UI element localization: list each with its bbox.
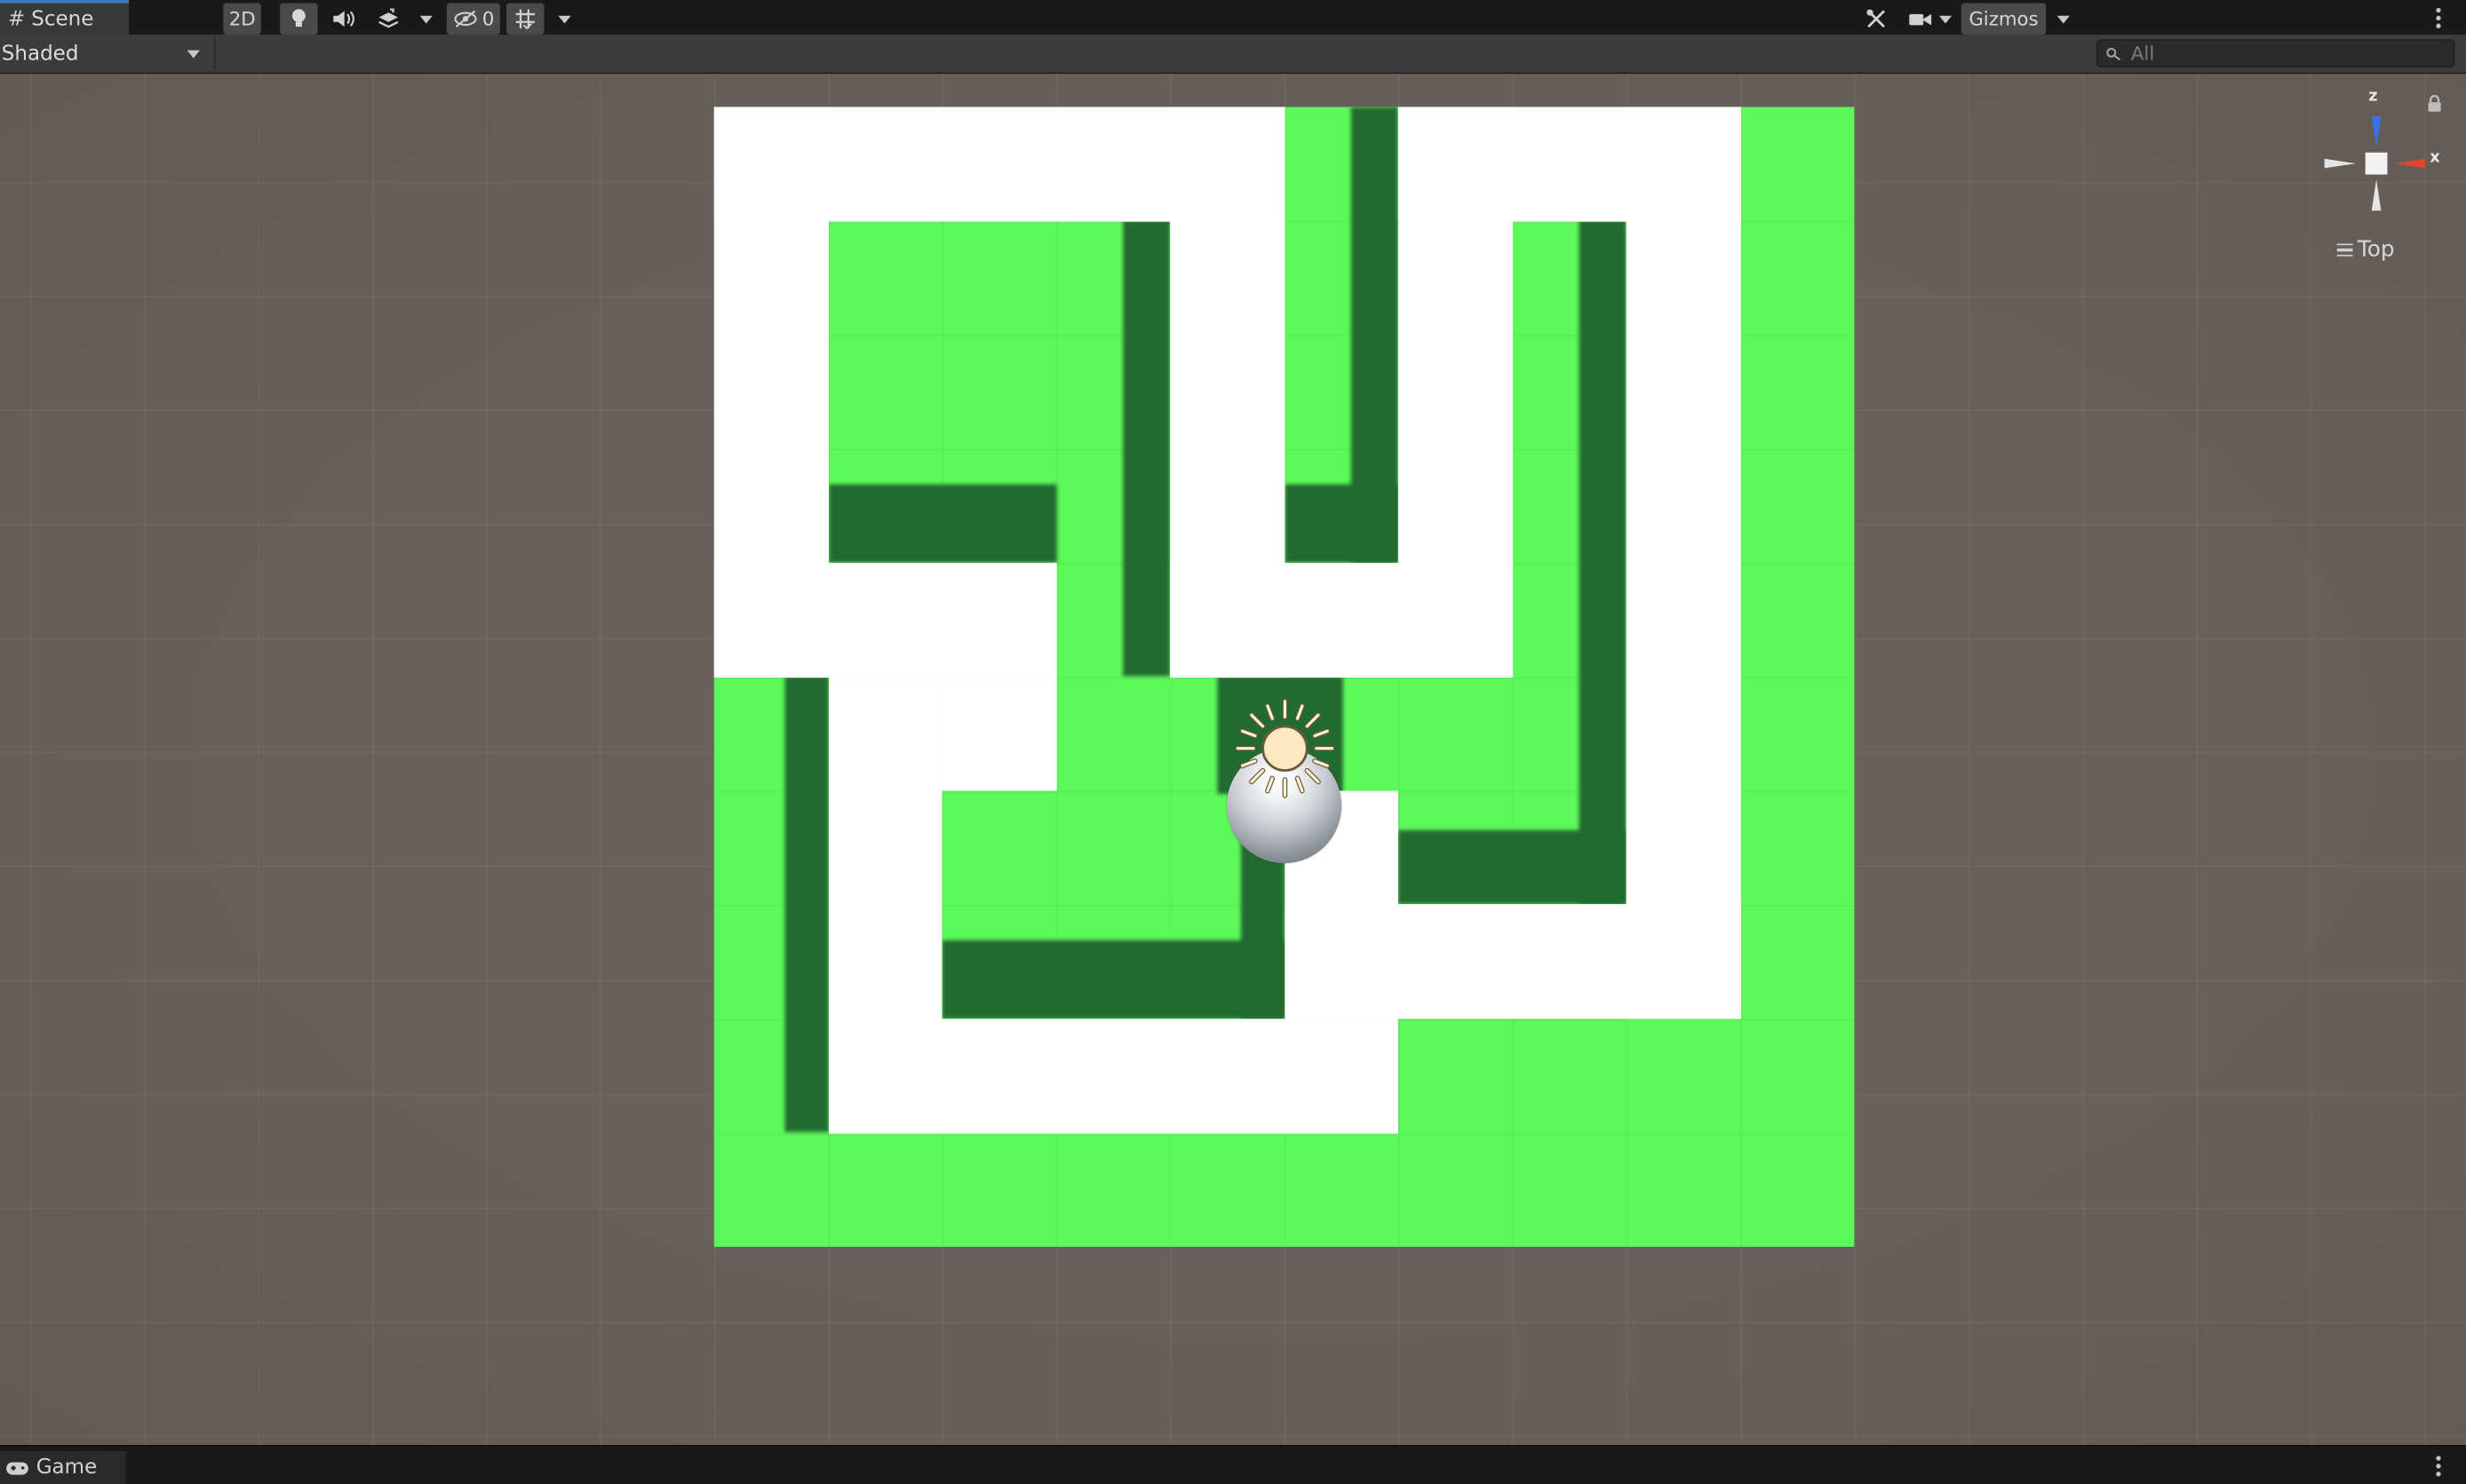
view-mode-text: Top: [2357, 237, 2395, 263]
lightbulb-icon: [291, 9, 306, 28]
scene-visibility-button[interactable]: 0: [446, 3, 500, 35]
maze-wall: [829, 1019, 1398, 1134]
maze-wall: [942, 678, 1057, 791]
search-placeholder: All: [2130, 42, 2155, 65]
maze-wall: [1626, 107, 1741, 1020]
wall-shadow: [942, 940, 1285, 1020]
gizmos-dropdown-button[interactable]: [2049, 4, 2078, 35]
hidden-objects-count: 0: [481, 7, 495, 30]
lock-icon[interactable]: [2427, 94, 2443, 113]
effects-toggle-button[interactable]: [370, 4, 407, 35]
wall-shadow: [1285, 484, 1398, 563]
gizmos-label: Gizmos: [1969, 7, 2039, 30]
wall-shadow: [829, 484, 1057, 563]
grid-hash-icon: #: [7, 6, 26, 31]
tools-button[interactable]: [1857, 4, 1895, 35]
toolbar-divider: [213, 37, 216, 69]
chevron-down-icon: [419, 14, 433, 23]
orientation-gizmo[interactable]: [2319, 107, 2431, 219]
gizmos-button[interactable]: Gizmos: [1961, 3, 2047, 35]
chevron-down-icon: [187, 50, 200, 59]
view-mode-label[interactable]: Top: [2336, 237, 2395, 263]
chevron-down-icon: [558, 14, 571, 23]
draw-mode-dropdown[interactable]: Shaded: [0, 35, 208, 72]
scene-tab-label: Scene: [31, 6, 94, 31]
wall-shadow: [1397, 829, 1627, 904]
game-tab[interactable]: Game: [0, 1451, 126, 1484]
layers-icon: [378, 8, 399, 28]
camera-icon: [1909, 13, 1932, 25]
speaker-icon: [333, 11, 354, 28]
chevron-down-icon: [1938, 14, 1953, 23]
wall-shadow: [1579, 219, 1627, 904]
scene-panel-menu-icon[interactable]: [2435, 7, 2441, 28]
grid-toggle-icon: [515, 9, 535, 30]
maze-wall: [713, 562, 1057, 679]
camera-settings-button[interactable]: [1903, 4, 1956, 35]
grid-dropdown-button[interactable]: [551, 4, 579, 35]
axis-z-label: z: [2368, 88, 2378, 106]
toggle-2d-button[interactable]: 2D: [223, 3, 261, 35]
lighting-toggle-button[interactable]: [280, 3, 318, 35]
sun-icon[interactable]: [1231, 695, 1338, 802]
game-panel-menu-icon[interactable]: [2435, 1456, 2441, 1477]
wall-shadow: [784, 676, 830, 1132]
hamburger-icon: [2336, 242, 2353, 258]
axis-x-label: x: [2430, 149, 2440, 167]
wall-shadow: [1123, 219, 1171, 677]
search-input[interactable]: All: [2096, 39, 2455, 68]
tools-icon: [1866, 9, 1885, 28]
gamepad-icon: [6, 1461, 28, 1474]
search-icon: [2106, 46, 2121, 60]
audio-toggle-button[interactable]: [325, 4, 362, 35]
scene-tab[interactable]: # Scene: [0, 0, 130, 35]
chevron-down-icon: [2056, 14, 2070, 23]
draw-mode-label: Shaded: [1, 41, 79, 66]
toggle-2d-label: 2D: [228, 7, 256, 30]
maze-ground[interactable]: [713, 107, 1855, 1247]
eye-slash-icon: [453, 10, 477, 28]
maze-wall: [1397, 107, 1514, 679]
grid-toggle-button[interactable]: [506, 3, 545, 35]
bottom-tab-bar: Game: [0, 1444, 2466, 1484]
game-tab-label: Game: [36, 1456, 98, 1480]
effects-dropdown-button[interactable]: [412, 4, 441, 35]
